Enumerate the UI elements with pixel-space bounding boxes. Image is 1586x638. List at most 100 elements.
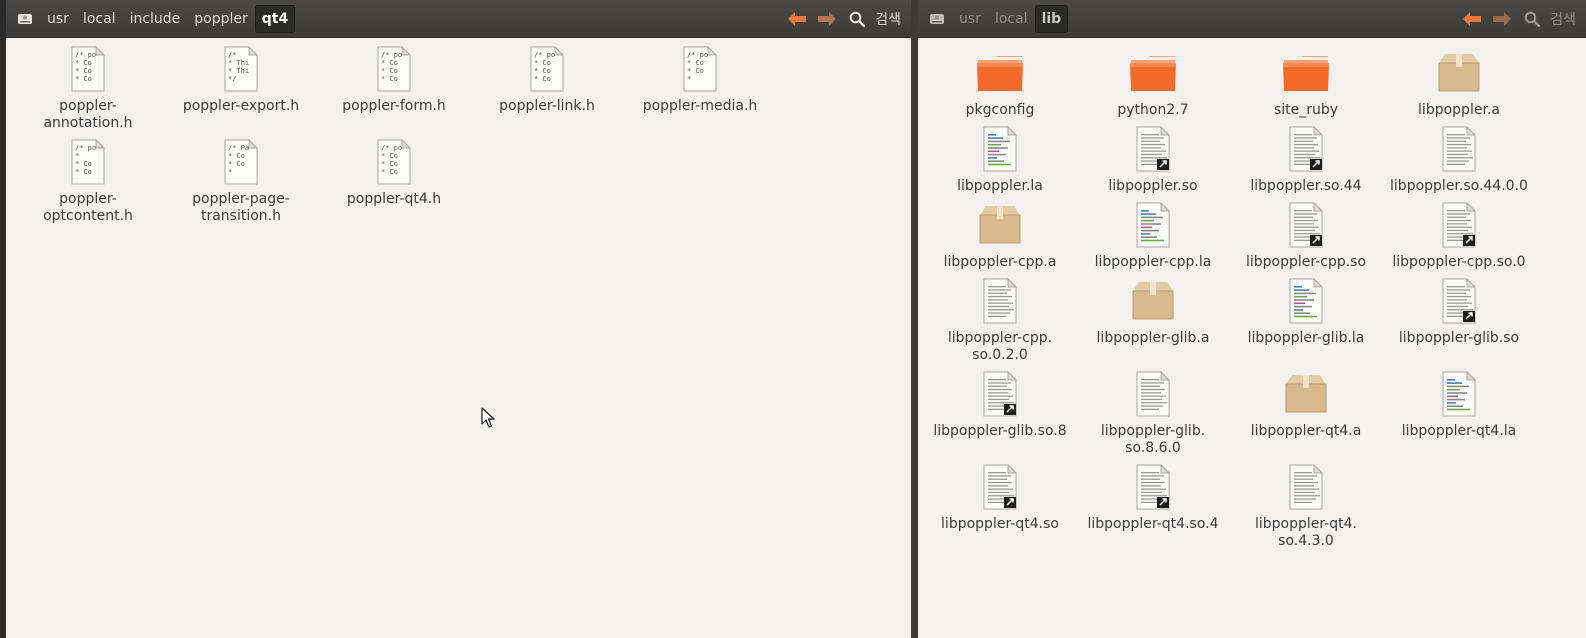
symlink-file-icon — [976, 463, 1024, 511]
file-item[interactable]: libpoppler.a — [1384, 49, 1534, 119]
symlink-file-icon — [1435, 277, 1483, 325]
search-label[interactable]: 검색 — [873, 9, 905, 29]
file-name: libpoppler.la — [957, 178, 1043, 194]
file-item[interactable]: /* po * Co * Co * Co poppler-form.h — [319, 45, 469, 115]
crumb-poppler[interactable]: poppler — [187, 5, 254, 33]
file-item[interactable]: site_ruby — [1231, 49, 1381, 119]
file-item[interactable]: libpoppler-glib. so.8.6.0 — [1078, 370, 1228, 457]
file-item[interactable]: libpoppler-qt4. so.4.3.0 — [1231, 463, 1381, 550]
svg-text:* Co: * Co — [534, 67, 551, 75]
svg-text:* Co: * Co — [228, 160, 245, 168]
search-icon[interactable] — [843, 5, 871, 33]
libtool-file-icon — [976, 125, 1024, 173]
file-item[interactable]: libpoppler-cpp.la — [1078, 201, 1228, 271]
file-item[interactable]: python2.7 — [1078, 49, 1228, 119]
archive-icon — [976, 201, 1024, 249]
header-file-icon: /* po * Co * Co * Co — [370, 45, 418, 93]
file-item[interactable]: libpoppler-cpp.a — [925, 201, 1075, 271]
symlink-file-icon — [1129, 125, 1177, 173]
file-item[interactable]: libpoppler-glib.so.8 — [925, 370, 1075, 440]
forward-arrow-icon[interactable] — [1488, 5, 1516, 33]
archive-icon — [1282, 370, 1330, 418]
file-item[interactable]: libpoppler-qt4.la — [1384, 370, 1534, 440]
crumb-usr[interactable]: usr — [952, 5, 988, 33]
symlink-file-icon — [1282, 125, 1330, 173]
file-name: libpoppler-cpp.la — [1094, 254, 1212, 270]
svg-text:* Co: * Co — [75, 160, 92, 168]
file-name: libpoppler-glib.so.8 — [933, 423, 1067, 439]
crumb-local[interactable]: local — [988, 5, 1035, 33]
file-item[interactable]: libpoppler.so — [1078, 125, 1228, 195]
header-file-icon: /* po * Co * Co * Co — [523, 45, 571, 93]
drive-icon[interactable] — [10, 5, 40, 33]
folder-icon — [976, 49, 1024, 97]
svg-text:* Co: * Co — [75, 75, 92, 83]
crumb-qt4[interactable]: qt4 — [254, 5, 296, 33]
file-name: libpoppler-cpp.so — [1245, 254, 1367, 270]
search-icon[interactable] — [1518, 5, 1546, 33]
file-item[interactable]: libpoppler.so.44 — [1231, 125, 1381, 195]
file-name: poppler-link.h — [499, 98, 595, 114]
right-file-manager-window: usr local lib 검색 pkgconfig python2.7 site_… — [918, 0, 1586, 638]
file-item[interactable]: libpoppler-qt4.a — [1231, 370, 1381, 440]
symlink-file-icon — [976, 370, 1024, 418]
left-toolbar: usr local include poppler qt4 검색 — [6, 0, 911, 38]
forward-arrow-icon[interactable] — [813, 5, 841, 33]
left-file-manager-window: usr local include poppler qt4 검색 /* po *… — [6, 0, 911, 638]
file-name: libpoppler.so — [1108, 178, 1198, 194]
svg-text:*: * — [228, 168, 232, 176]
crumb-lib[interactable]: lib — [1034, 5, 1069, 33]
drive-icon[interactable] — [922, 5, 952, 33]
file-item[interactable]: libpoppler-cpp.so — [1231, 201, 1381, 271]
svg-text:* Co: * Co — [687, 59, 704, 67]
file-item[interactable]: libpoppler-qt4.so.4 — [1078, 463, 1228, 533]
file-item[interactable]: libpoppler-qt4.so — [925, 463, 1075, 533]
file-item[interactable]: libpoppler-glib.la — [1231, 277, 1381, 347]
svg-text:* Co: * Co — [75, 67, 92, 75]
file-item[interactable]: pkgconfig — [925, 49, 1075, 119]
file-name: libpoppler.a — [1418, 102, 1500, 118]
file-name: libpoppler-cpp.so.0 — [1392, 254, 1526, 270]
svg-text:* Co: * Co — [534, 59, 551, 67]
file-item[interactable]: libpoppler-glib.so — [1384, 277, 1534, 347]
svg-text:* Co: * Co — [534, 75, 551, 83]
crumb-include[interactable]: include — [123, 5, 188, 33]
file-name: site_ruby — [1273, 102, 1339, 118]
header-file-icon: /* po * * Co * Co — [64, 138, 112, 186]
file-item[interactable]: /* po * Co * Co * Co poppler-qt4.h — [319, 138, 469, 208]
crumb-usr[interactable]: usr — [40, 5, 76, 33]
search-label[interactable]: 검색 — [1548, 9, 1580, 29]
svg-text:/* po: /* po — [75, 144, 96, 152]
file-item[interactable]: libpoppler-cpp. so.0.2.0 — [925, 277, 1075, 364]
header-file-icon: /* po * Co * Co * Co — [370, 138, 418, 186]
text-file-icon — [976, 277, 1024, 325]
crumb-local[interactable]: local — [76, 5, 123, 33]
svg-text:/* po: /* po — [381, 51, 402, 59]
file-name: libpoppler.so.44 — [1250, 178, 1362, 194]
back-arrow-icon[interactable] — [1458, 5, 1486, 33]
file-item[interactable]: libpoppler.so.44.0.0 — [1384, 125, 1534, 195]
symlink-file-icon — [1129, 463, 1177, 511]
left-breadcrumb: usr local include poppler qt4 — [10, 0, 296, 38]
file-item[interactable]: libpoppler.la — [925, 125, 1075, 195]
file-item[interactable]: /* po * * Co * Co poppler-optcontent.h — [13, 138, 163, 225]
back-arrow-icon[interactable] — [783, 5, 811, 33]
file-item[interactable]: libpoppler-cpp.so.0 — [1384, 201, 1534, 271]
right-nav-tools: 검색 — [1458, 0, 1580, 38]
file-item[interactable]: libpoppler-glib.a — [1078, 277, 1228, 347]
file-name: libpoppler-glib.la — [1247, 330, 1365, 346]
file-name: poppler-qt4.h — [346, 191, 442, 207]
file-name: libpoppler-glib.a — [1096, 330, 1210, 346]
file-item[interactable]: /* po * Co * Co * Co poppler-link.h — [472, 45, 622, 115]
file-item[interactable]: /* po * Co * Co * poppler-media.h — [625, 45, 775, 115]
header-file-icon: /* po * Co * Co * Co — [64, 45, 112, 93]
file-name: libpoppler-qt4.a — [1250, 423, 1362, 439]
header-file-icon: /* po * Co * Co * — [676, 45, 724, 93]
file-item[interactable]: /* Pa * Co * Co * poppler-page-transition… — [166, 138, 316, 225]
svg-text:* Co: * Co — [381, 59, 398, 67]
libtool-file-icon — [1282, 277, 1330, 325]
file-item[interactable]: /* po * Co * Co * Co poppler-annotation.h — [13, 45, 163, 132]
file-item[interactable]: /* * Thi * Thi */poppler-export.h — [166, 45, 316, 115]
libtool-file-icon — [1435, 370, 1483, 418]
svg-text:* Thi: * Thi — [228, 59, 249, 67]
